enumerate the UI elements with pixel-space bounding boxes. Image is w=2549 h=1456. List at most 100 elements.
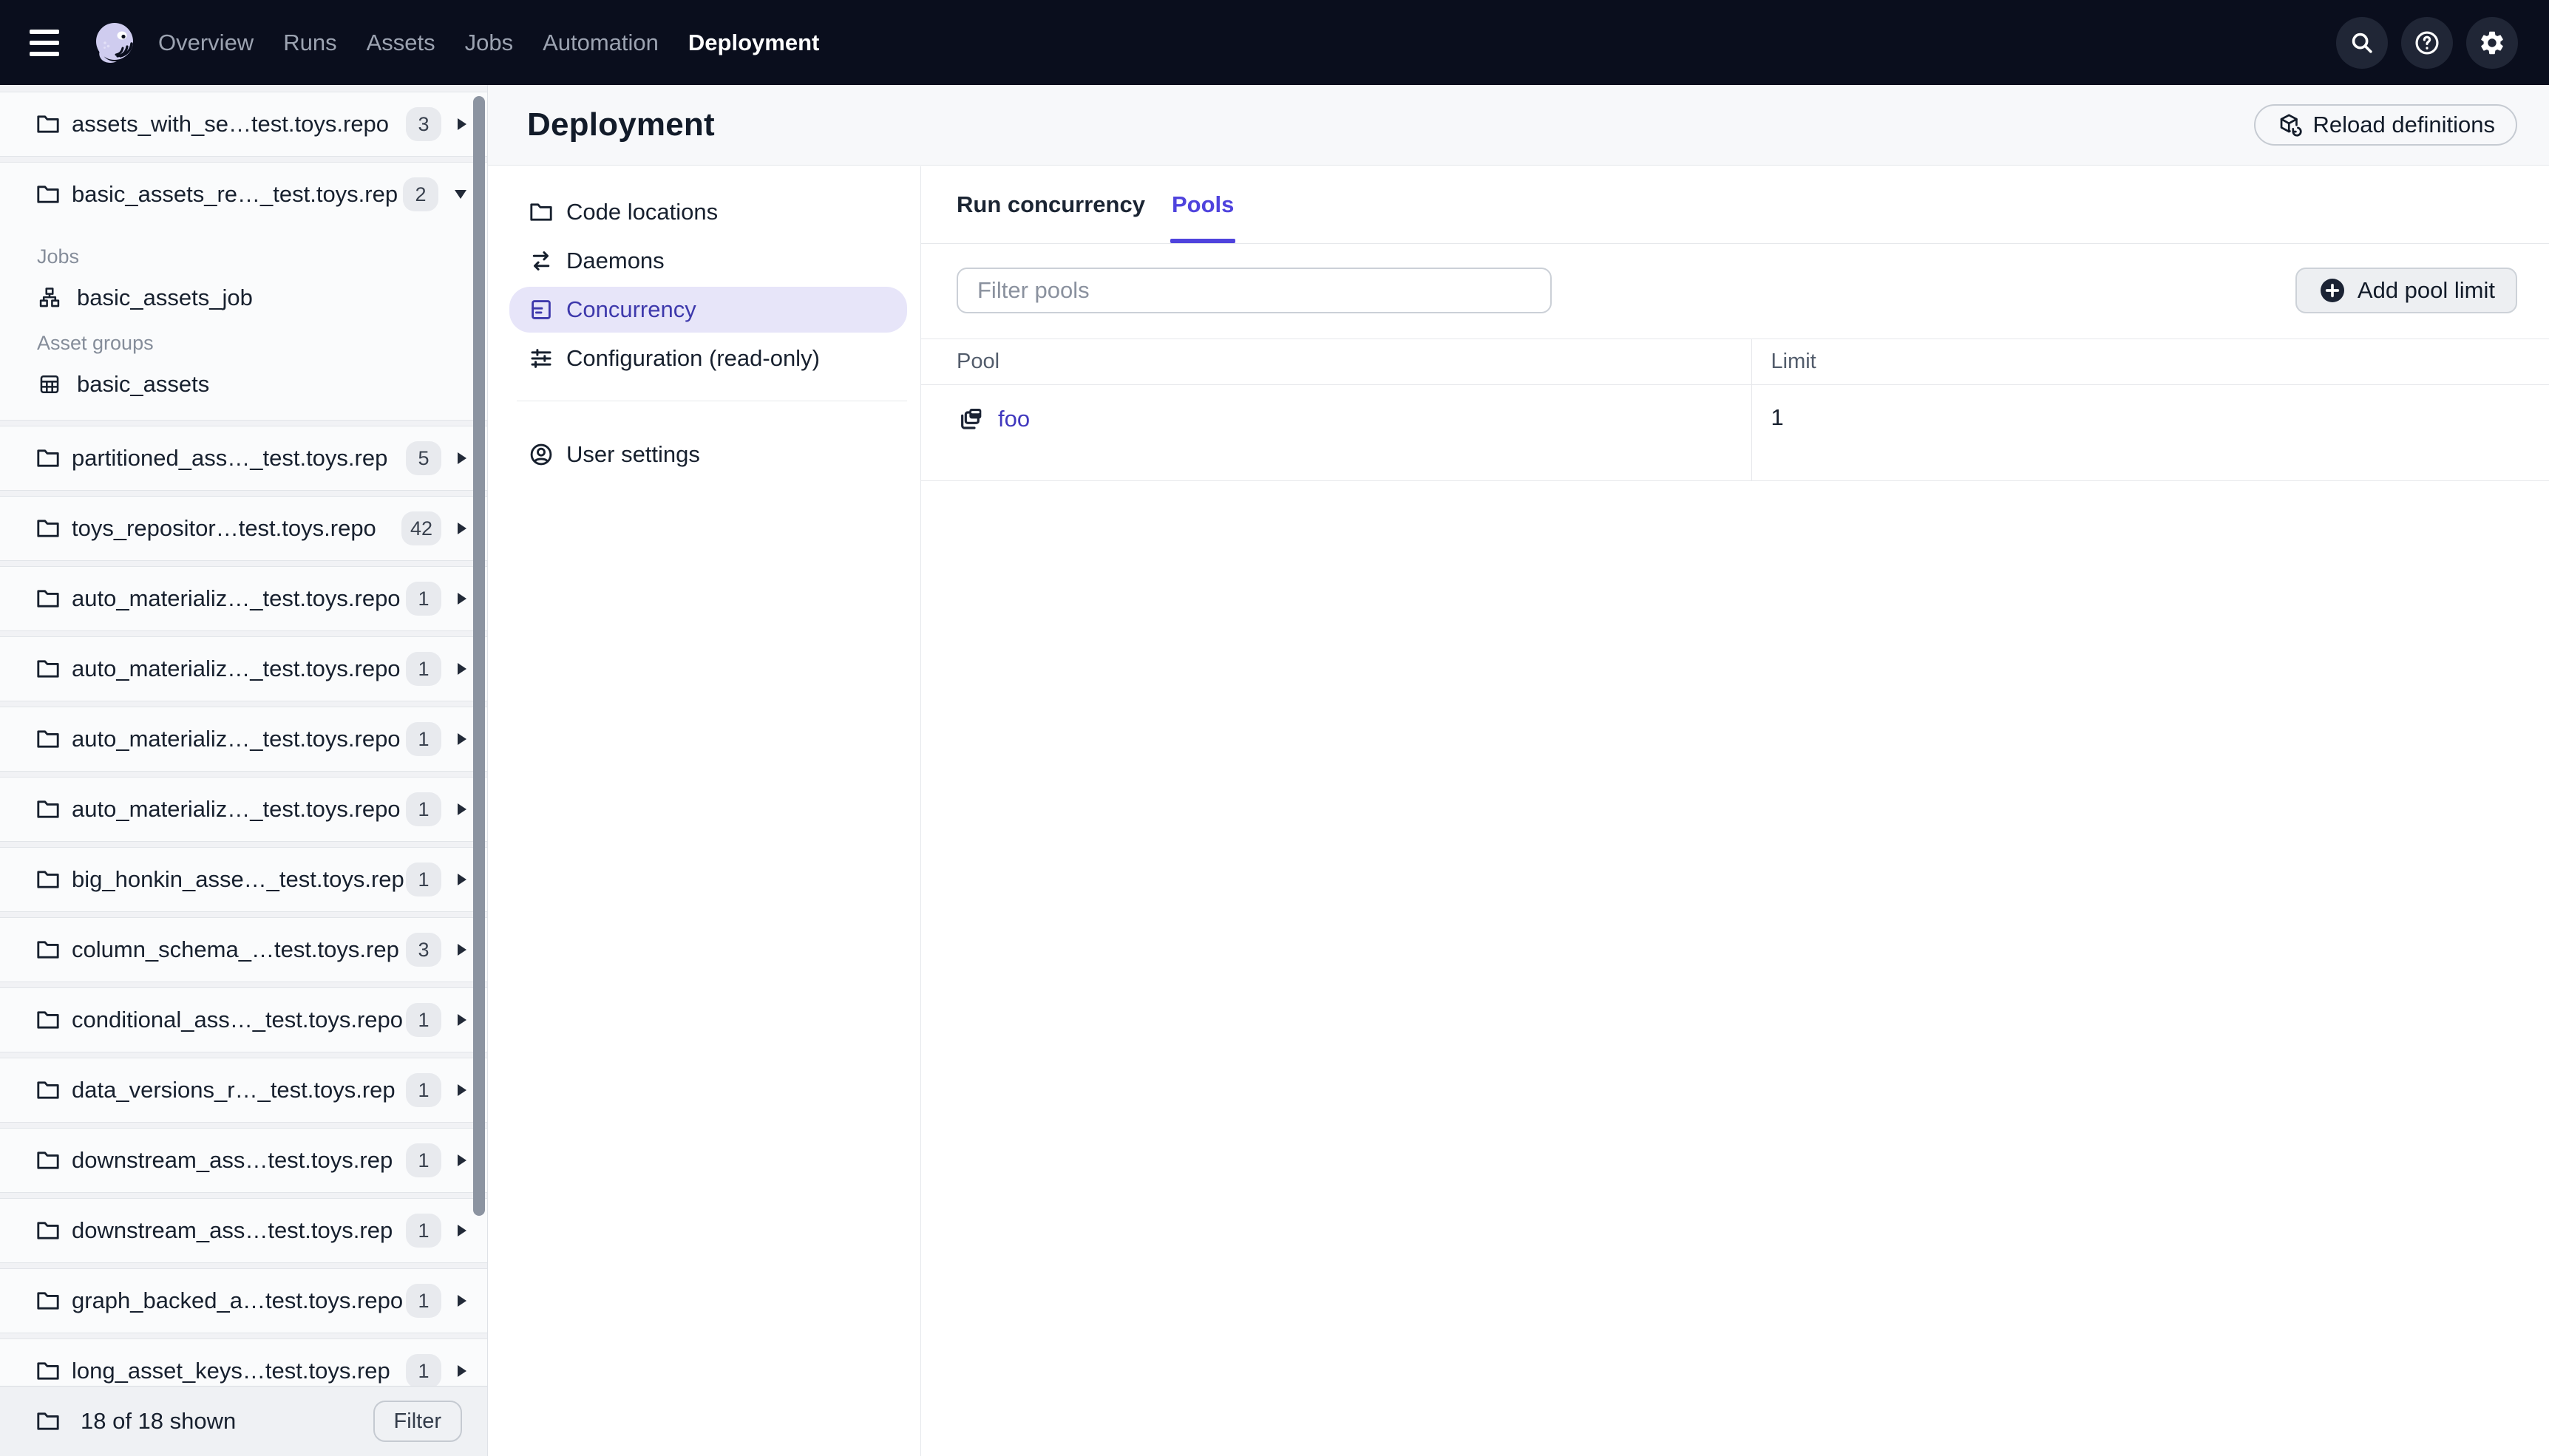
asset-count-badge: 1 (406, 722, 441, 756)
tab-run-concurrency[interactable]: Run concurrency (957, 166, 1145, 243)
code-location-row[interactable]: basic_assets_re…_test.toys.rep 2 (0, 163, 487, 226)
asset-count-badge: 1 (406, 863, 441, 897)
code-location-row[interactable]: toys_repositor…test.toys.repo 42 (0, 497, 487, 560)
dagster-logo[interactable] (90, 18, 139, 67)
caret-right-icon[interactable] (458, 1295, 466, 1307)
deployment-body: Code locations Daemons Concurrency Confi… (488, 166, 2549, 1456)
caret-right-icon[interactable] (458, 118, 466, 130)
shown-count-text: 18 of 18 shown (81, 1408, 237, 1434)
caret-right-icon[interactable] (458, 452, 466, 464)
code-location-row[interactable]: auto_materializ…_test.toys.repo 1 (0, 567, 487, 630)
asset-group-icon (37, 372, 62, 397)
caret-down-icon[interactable] (455, 190, 466, 199)
code-location-card: conditional_ass…_test.toys.repo 1 (0, 987, 487, 1052)
help-icon (2413, 29, 2441, 57)
deployment-nav-daemons[interactable]: Daemons (509, 238, 907, 284)
concurrency-doc-icon (528, 296, 554, 323)
add-pool-limit-label: Add pool limit (2357, 277, 2495, 303)
folder-icon (35, 1358, 61, 1384)
reload-definitions-button[interactable]: Reload definitions (2253, 104, 2517, 146)
add-pool-limit-button[interactable]: Add pool limit (2295, 268, 2517, 313)
nav-assets[interactable]: Assets (367, 25, 435, 61)
search-button[interactable] (2336, 16, 2388, 69)
folder-icon (35, 515, 61, 542)
caret-right-icon[interactable] (458, 523, 466, 534)
tab-pools[interactable]: Pools (1170, 166, 1236, 243)
pools-table: Pool Limit foo 1 (921, 339, 2549, 481)
concurrency-tabs: Run concurrency Pools (921, 166, 2549, 244)
caret-right-icon[interactable] (458, 1225, 466, 1236)
top-navigation-bar: Overview Runs Assets Jobs Automation Dep… (0, 0, 2549, 85)
caret-right-icon[interactable] (458, 733, 466, 745)
folder-icon (35, 111, 61, 137)
code-location-row[interactable]: assets_with_se…test.toys.repo 3 (0, 92, 487, 156)
jobs-section-label: Jobs (37, 245, 80, 268)
hamburger-menu-button[interactable] (30, 24, 68, 62)
code-location-name: conditional_ass…_test.toys.repo (72, 1007, 404, 1033)
code-location-name: toys_repositor…test.toys.repo (72, 515, 376, 541)
code-location-name: auto_materializ…_test.toys.repo (72, 726, 401, 752)
settings-button[interactable] (2466, 16, 2518, 69)
code-location-name: data_versions_r…_test.toys.rep (72, 1077, 396, 1103)
filter-pools-input[interactable] (957, 268, 1552, 313)
plus-circle-icon (2318, 276, 2347, 305)
code-location-row[interactable]: auto_materializ…_test.toys.repo 1 (0, 637, 487, 701)
nav-jobs[interactable]: Jobs (465, 25, 513, 61)
code-location-row[interactable]: partitioned_ass…_test.toys.rep 5 (0, 426, 487, 490)
caret-right-icon[interactable] (458, 593, 466, 605)
code-location-name: long_asset_keys…test.toys.rep (72, 1358, 390, 1384)
nav-deployment[interactable]: Deployment (688, 25, 819, 61)
reload-definitions-label: Reload definitions (2312, 112, 2495, 137)
user-icon (528, 441, 554, 468)
code-location-row[interactable]: downstream_ass…test.toys.rep 1 (0, 1129, 487, 1192)
code-location-card: assets_with_se…test.toys.repo 3 (0, 92, 487, 157)
code-location-card: big_honkin_asse…_test.toys.rep 1 (0, 847, 487, 912)
code-location-row[interactable]: long_asset_keys…test.toys.rep 1 (0, 1339, 487, 1386)
code-location-row[interactable]: conditional_ass…_test.toys.repo 1 (0, 988, 487, 1052)
asset-count-badge: 1 (406, 792, 441, 826)
nav-automation[interactable]: Automation (543, 25, 659, 61)
asset-count-badge: 1 (406, 1284, 441, 1318)
caret-right-icon[interactable] (458, 803, 466, 815)
nav-overview[interactable]: Overview (158, 25, 254, 61)
code-location-row[interactable]: auto_materializ…_test.toys.repo 1 (0, 707, 487, 771)
caret-right-icon[interactable] (458, 1084, 466, 1096)
asset-count-badge: 1 (406, 1354, 441, 1386)
sidebar-job-item[interactable]: basic_assets_job (37, 282, 466, 314)
folder-icon (35, 1147, 61, 1174)
code-location-row[interactable]: column_schema_…test.toys.rep 3 (0, 918, 487, 982)
code-location-card: auto_materializ…_test.toys.repo 1 (0, 566, 487, 631)
pool-table-row: foo 1 (921, 384, 2549, 481)
sidebar-filter-button[interactable]: Filter (373, 1401, 462, 1442)
code-location-row[interactable]: downstream_ass…test.toys.rep 1 (0, 1199, 487, 1262)
deployment-nav-configuration[interactable]: Configuration (read-only) (509, 336, 907, 381)
nav-item-label: Configuration (read-only) (566, 345, 820, 371)
folder-icon (35, 1077, 61, 1103)
code-location-row[interactable]: big_honkin_asse…_test.toys.rep 1 (0, 848, 487, 911)
nav-item-label: Code locations (566, 199, 719, 225)
caret-right-icon[interactable] (458, 663, 466, 675)
topnav-actions (2336, 16, 2518, 69)
caret-right-icon[interactable] (458, 1365, 466, 1377)
code-location-row[interactable]: data_versions_r…_test.toys.rep 1 (0, 1058, 487, 1122)
deployment-nav-code-locations[interactable]: Code locations (509, 189, 907, 235)
sidebar-scrollbar[interactable] (473, 96, 485, 1216)
caret-right-icon[interactable] (458, 1014, 466, 1026)
caret-right-icon[interactable] (458, 874, 466, 885)
code-location-row[interactable]: graph_backed_a…test.toys.repo 1 (0, 1269, 487, 1333)
caret-right-icon[interactable] (458, 1154, 466, 1166)
code-location-card: long_asset_keys…test.toys.rep 1 (0, 1338, 487, 1386)
deployment-nav-user-settings[interactable]: User settings (509, 432, 907, 477)
pool-link-foo[interactable]: foo (998, 406, 1030, 432)
deployment-nav-concurrency[interactable]: Concurrency (509, 287, 907, 333)
sidebar-asset-group-item[interactable]: basic_assets (37, 368, 466, 401)
concurrency-content: Run concurrency Pools Add pool limit Poo… (921, 166, 2549, 1456)
caret-right-icon[interactable] (458, 944, 466, 956)
code-location-row[interactable]: auto_materializ…_test.toys.repo 1 (0, 778, 487, 841)
job-name: basic_assets_job (77, 285, 253, 310)
asset-sidebar: assets_with_se…test.toys.repo 3 basic_as… (0, 85, 488, 1456)
nav-runs[interactable]: Runs (283, 25, 336, 61)
help-button[interactable] (2401, 16, 2453, 69)
asset-count-badge: 3 (406, 107, 441, 141)
folder-icon (35, 181, 61, 208)
